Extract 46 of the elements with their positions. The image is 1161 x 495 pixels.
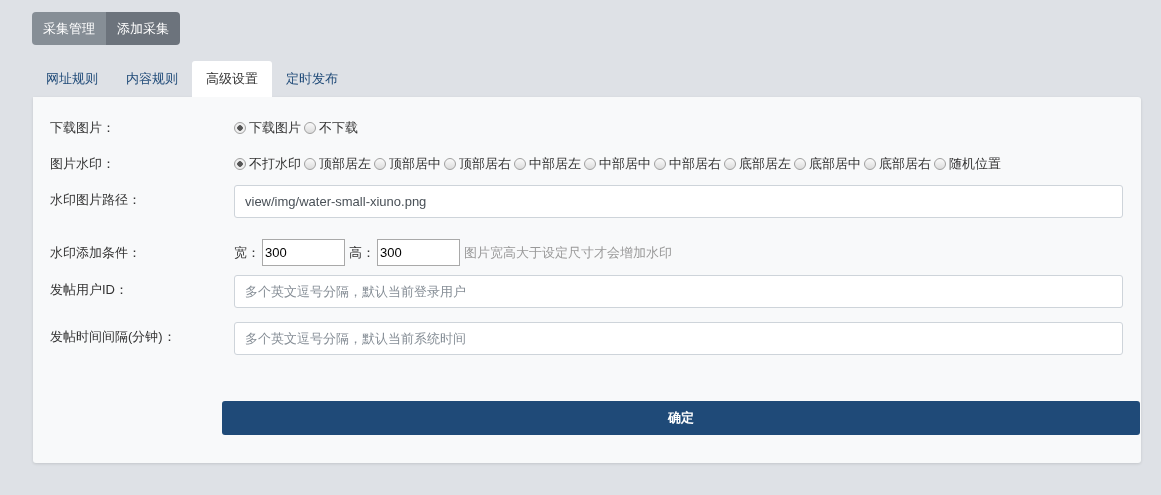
field-label: 下载图片： [50, 119, 116, 137]
height-label: 高： [349, 243, 375, 262]
field-label: 水印图片路径： [50, 191, 142, 209]
radio-button[interactable] [304, 122, 316, 134]
tab[interactable]: 内容规则 [112, 61, 192, 97]
radio-button[interactable] [934, 158, 946, 170]
option-label: 中部居中 [599, 155, 651, 173]
option-label: 中部居右 [669, 155, 721, 173]
option-label: 顶部居中 [389, 155, 441, 173]
height-field[interactable]: 300 [377, 239, 460, 266]
radio-button[interactable] [584, 158, 596, 170]
hint-text: 图片宽高大于设定尺寸才会增加水印 [464, 243, 672, 262]
radio-button[interactable] [304, 158, 316, 170]
option-label: 不下载 [319, 119, 358, 137]
field-label: 图片水印： [50, 155, 116, 173]
text-field[interactable]: view/img/water-small-xiuno.png [234, 185, 1123, 218]
submit-button[interactable]: 确定 [222, 401, 1140, 435]
option-label: 底部居左 [739, 155, 791, 173]
option-label: 底部居右 [879, 155, 931, 173]
option-label: 不打水印 [249, 155, 301, 173]
radio-button[interactable] [234, 122, 246, 134]
radio-button[interactable] [724, 158, 736, 170]
option-label: 随机位置 [949, 155, 1001, 173]
radio-button[interactable] [444, 158, 456, 170]
text-field[interactable]: 多个英文逗号分隔，默认当前登录用户 [234, 275, 1123, 308]
tab[interactable]: 高级设置 [192, 61, 272, 97]
radio-button[interactable] [864, 158, 876, 170]
option-label: 下载图片 [249, 119, 301, 137]
width-label: 宽： [234, 243, 260, 262]
nav-button[interactable]: 添加采集 [106, 12, 180, 45]
width-field[interactable]: 300 [262, 239, 345, 266]
text-field[interactable]: 多个英文逗号分隔，默认当前系统时间 [234, 322, 1123, 355]
tab[interactable]: 定时发布 [272, 61, 352, 97]
radio-button[interactable] [654, 158, 666, 170]
option-label: 顶部居右 [459, 155, 511, 173]
radio-button[interactable] [514, 158, 526, 170]
option-label: 顶部居左 [319, 155, 371, 173]
field-label: 发帖时间间隔(分钟)： [50, 328, 177, 346]
radio-button[interactable] [234, 158, 246, 170]
radio-button[interactable] [794, 158, 806, 170]
tab[interactable]: 网址规则 [32, 61, 112, 97]
option-label: 底部居中 [809, 155, 861, 173]
field-label: 水印添加条件： [50, 243, 142, 262]
field-label: 发帖用户ID： [50, 281, 129, 299]
radio-button[interactable] [374, 158, 386, 170]
option-label: 中部居左 [529, 155, 581, 173]
